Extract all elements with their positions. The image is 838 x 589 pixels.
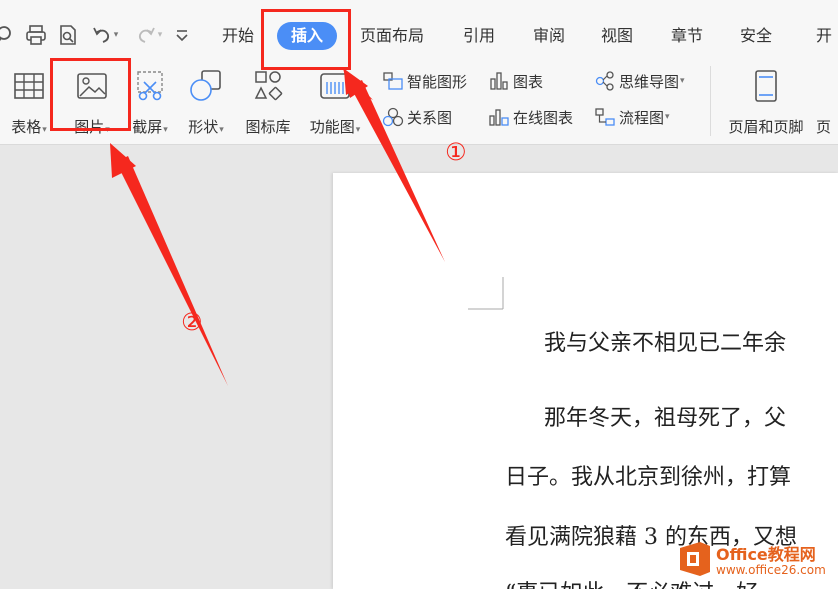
arrow-2 [110, 143, 228, 386]
annotation-arrows [110, 68, 445, 386]
step-2-marker: ② [181, 308, 203, 336]
step-1-marker: ① [445, 138, 467, 166]
watermark: Office教程网 www.office26.com [676, 538, 836, 582]
watermark-title: Office教程网 [716, 545, 816, 564]
office-logo-icon [680, 542, 710, 576]
watermark-url: www.office26.com [716, 563, 826, 577]
arrow-1 [343, 68, 445, 262]
